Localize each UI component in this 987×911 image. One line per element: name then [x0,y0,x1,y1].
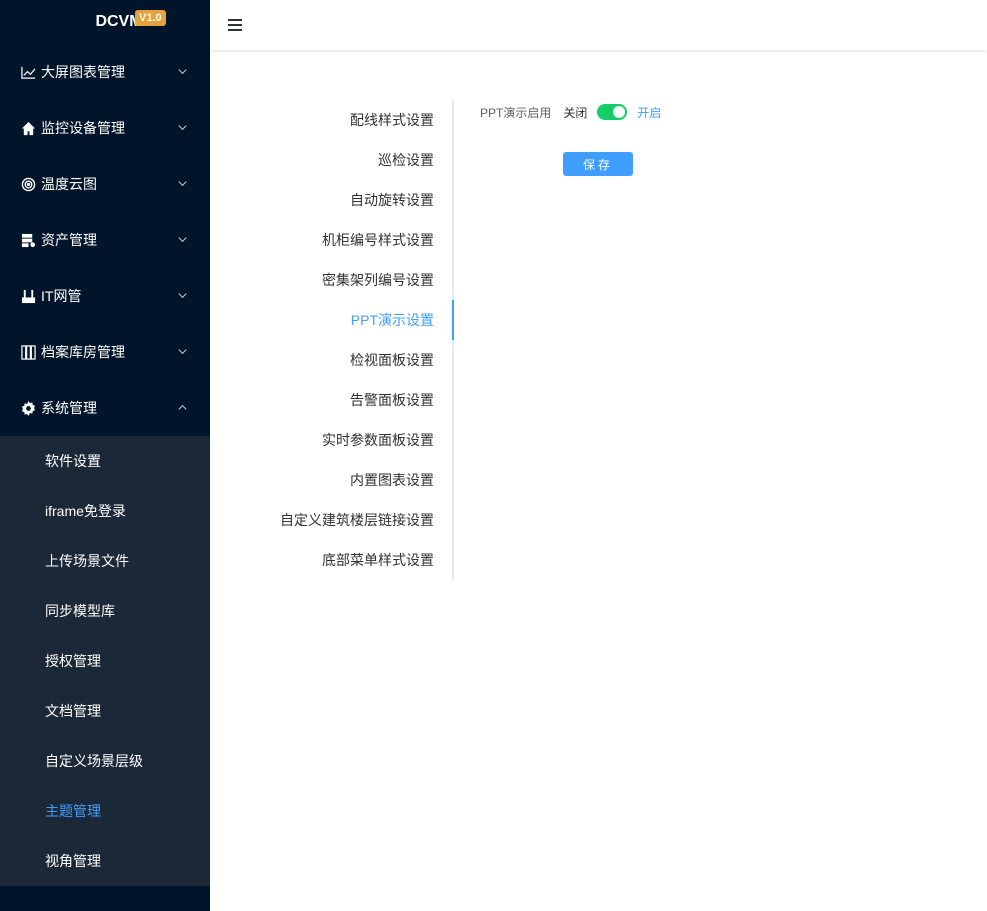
server-gear-icon [20,232,36,248]
switch-off-text[interactable]: 关闭 [563,104,587,121]
chevron-down-icon [178,125,187,131]
submenu-item-software-settings[interactable]: 软件设置 [0,436,210,486]
chevron-down-icon [178,69,187,75]
menu-item-it-network[interactable]: IT网管 [0,268,210,324]
chevron-down-icon [178,181,187,187]
settings-nav-item[interactable]: 检视面板设置 [210,340,452,380]
settings-nav-item[interactable]: 自动旋转设置 [210,180,452,220]
menu-item-monitor-devices[interactable]: 监控设备管理 [0,100,210,156]
settings-nav-item[interactable]: 机柜编号样式设置 [210,220,452,260]
chart-line-icon [20,64,36,80]
menu-item-system-management[interactable]: 系统管理 [0,380,210,436]
menu-item-asset-management[interactable]: 资产管理 [0,212,210,268]
submenu-item-iframe-login[interactable]: iframe免登录 [0,486,210,536]
brand: DCVM V1.0 [0,0,210,44]
menu-item-label: IT网管 [41,288,82,304]
settings-nav-item-ppt[interactable]: PPT演示设置 [210,300,454,340]
switch-on-text[interactable]: 开启 [637,104,661,121]
gear-icon [20,400,36,416]
settings-nav-item[interactable]: 配线样式设置 [210,100,452,140]
submenu-item-documents[interactable]: 文档管理 [0,686,210,736]
settings-nav-item[interactable]: 底部菜单样式设置 [210,540,452,580]
sidebar: DCVM V1.0 大屏图表管理 监控设备管理 温度云图 资产管理 IT网管 档… [0,0,210,911]
system-submenu: 软件设置 iframe免登录 上传场景文件 同步模型库 授权管理 文档管理 自定… [0,436,210,886]
settings-nav-item[interactable]: 自定义建筑楼层链接设置 [210,500,452,540]
settings-nav-item[interactable]: 巡检设置 [210,140,452,180]
ppt-enable-label: PPT演示启用 [480,105,552,120]
settings-nav-item[interactable]: 告警面板设置 [210,380,452,420]
menu-item-temperature-cloud[interactable]: 温度云图 [0,156,210,212]
settings-nav-item[interactable]: 实时参数面板设置 [210,420,452,460]
menu-item-label: 档案库房管理 [41,344,125,360]
chevron-up-icon [178,404,187,410]
menu-item-dashboard-charts[interactable]: 大屏图表管理 [0,44,210,100]
home-icon [20,120,36,136]
submenu-item-theme[interactable]: 主题管理 [0,786,210,836]
archive-shelf-icon [20,344,36,360]
submenu-item-scene-levels[interactable]: 自定义场景层级 [0,736,210,786]
target-icon [20,176,36,192]
menu-item-archive-room[interactable]: 档案库房管理 [0,324,210,380]
submenu-item-upload-scene[interactable]: 上传场景文件 [0,536,210,586]
top-header [210,0,987,50]
chevron-down-icon [178,293,187,299]
menu-item-label: 温度云图 [41,176,97,192]
submenu-item-view-angle[interactable]: 视角管理 [0,836,210,886]
save-button[interactable]: 保存 [563,152,633,176]
ppt-enable-switch[interactable] [597,104,628,120]
submenu-item-authorization[interactable]: 授权管理 [0,636,210,686]
menu-item-label: 监控设备管理 [41,120,125,136]
router-icon [20,288,36,304]
menu-item-label: 大屏图表管理 [41,64,125,80]
settings-nav-item[interactable]: 密集架列编号设置 [210,260,452,300]
menu-item-label: 系统管理 [41,400,97,416]
menu-item-label: 资产管理 [41,232,97,248]
submenu-item-sync-model[interactable]: 同步模型库 [0,586,210,636]
settings-nav: 配线样式设置 巡检设置 自动旋转设置 机柜编号样式设置 密集架列编号设置 PPT… [210,100,454,580]
version-badge: V1.0 [135,10,166,26]
chevron-down-icon [178,237,187,243]
ppt-enable-row: PPT演示启用 关闭 开启 [480,100,661,124]
settings-nav-item[interactable]: 内置图表设置 [210,460,452,500]
hamburger-icon[interactable] [228,19,242,31]
chevron-down-icon [178,349,187,355]
